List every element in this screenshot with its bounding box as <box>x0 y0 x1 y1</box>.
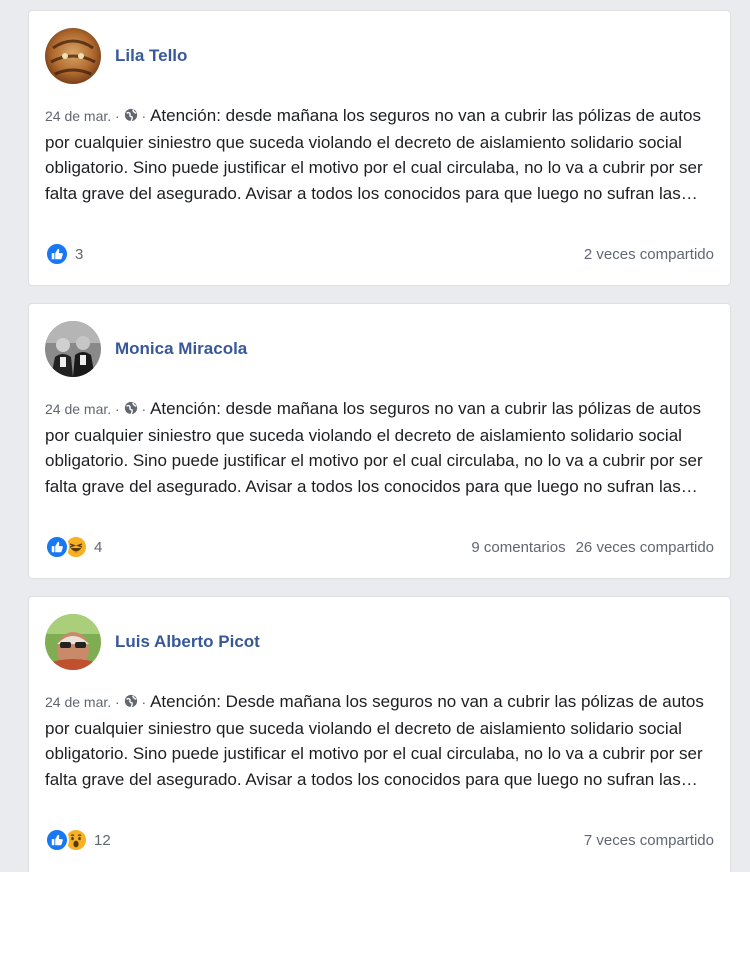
post-date[interactable]: 24 de mar. <box>45 694 111 710</box>
post-card: Lila Tello 24 de mar. · · Atención: desd… <box>28 10 731 286</box>
reaction-summary[interactable]: 4 <box>45 535 102 559</box>
separator: · <box>111 108 124 124</box>
globe-icon <box>124 108 137 122</box>
reaction-count: 4 <box>94 538 103 556</box>
post-stats: 2 veces compartido <box>584 246 714 263</box>
separator: · <box>137 401 151 417</box>
reaction-count: 12 <box>94 831 111 849</box>
post-card: Luis Alberto Picot 24 de mar. · · Atenci… <box>28 596 731 872</box>
shares-count[interactable]: 26 veces compartido <box>576 539 714 556</box>
post-text-block: 24 de mar. · · Atención: desde mañana lo… <box>45 396 725 499</box>
author-name[interactable]: Luis Alberto Picot <box>115 632 260 652</box>
shares-count[interactable]: 7 veces compartido <box>584 832 714 849</box>
separator: · <box>137 694 151 710</box>
separator: · <box>111 401 124 417</box>
separator: · <box>137 108 151 124</box>
post-date[interactable]: 24 de mar. <box>45 401 111 417</box>
comments-count[interactable]: 9 comentarios <box>471 539 565 556</box>
author-name[interactable]: Monica Miracola <box>115 339 247 359</box>
like-reaction-icon <box>45 535 69 559</box>
post-header: Luis Alberto Picot <box>45 613 260 671</box>
post-footer: 3 2 veces compartido <box>45 241 714 267</box>
post-card: Monica Miracola 24 de mar. · · Atención:… <box>28 303 731 579</box>
news-feed: Lila Tello 24 de mar. · · Atención: desd… <box>0 0 750 872</box>
like-reaction-icon <box>45 828 69 852</box>
post-header: Lila Tello <box>45 27 187 85</box>
post-date[interactable]: 24 de mar. <box>45 108 111 124</box>
separator: · <box>111 694 124 710</box>
avatar[interactable] <box>45 321 101 377</box>
post-header: Monica Miracola <box>45 320 247 378</box>
author-name[interactable]: Lila Tello <box>115 46 187 66</box>
reaction-summary[interactable]: 3 <box>45 242 83 266</box>
avatar[interactable] <box>45 614 101 670</box>
reaction-summary[interactable]: 12 <box>45 828 111 852</box>
like-reaction-icon <box>45 242 69 266</box>
globe-icon <box>124 401 137 415</box>
post-stats: 7 veces compartido <box>584 832 714 849</box>
avatar[interactable] <box>45 28 101 84</box>
post-stats: 9 comentarios 26 veces compartido <box>471 539 714 556</box>
reaction-count: 3 <box>75 245 84 263</box>
globe-icon <box>124 694 137 708</box>
shares-count[interactable]: 2 veces compartido <box>584 246 714 263</box>
post-text-block: 24 de mar. · · Atención: Desde mañana lo… <box>45 689 725 792</box>
post-text-block: 24 de mar. · · Atención: desde mañana lo… <box>45 103 725 206</box>
post-footer: 12 7 veces compartido <box>45 827 714 853</box>
post-footer: 4 9 comentarios 26 veces compartido <box>45 534 714 560</box>
